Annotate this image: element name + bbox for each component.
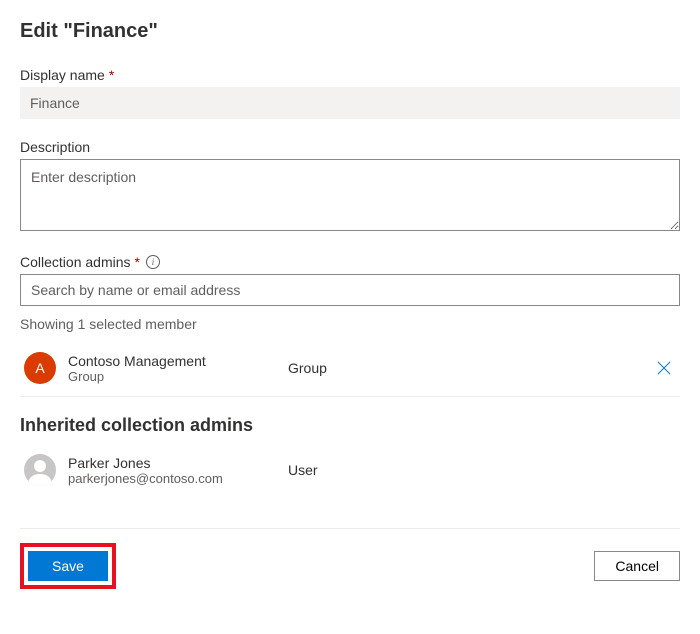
- member-type: User: [288, 462, 676, 478]
- display-name-label-text: Display name: [20, 67, 105, 83]
- collection-admins-field-group: Collection admins * i: [20, 254, 680, 306]
- member-subtext: parkerjones@contoso.com: [68, 471, 288, 486]
- display-name-input[interactable]: [20, 87, 680, 119]
- save-highlight-box: Save: [20, 543, 116, 589]
- avatar: [24, 454, 56, 486]
- collection-admins-label-text: Collection admins: [20, 254, 131, 270]
- inherited-admins-heading: Inherited collection admins: [20, 415, 680, 436]
- description-field-group: Description: [20, 139, 680, 234]
- person-icon: [24, 454, 56, 486]
- avatar: A: [24, 352, 56, 384]
- save-button[interactable]: Save: [28, 551, 108, 581]
- inherited-member-row: Parker Jones parkerjones@contoso.com Use…: [20, 442, 680, 498]
- avatar-initial: A: [35, 360, 44, 376]
- display-name-field-group: Display name *: [20, 67, 680, 119]
- cancel-button[interactable]: Cancel: [594, 551, 680, 581]
- required-star-icon: *: [135, 254, 140, 270]
- description-textarea[interactable]: [20, 159, 680, 231]
- display-name-label: Display name *: [20, 67, 680, 83]
- remove-member-button[interactable]: [652, 356, 676, 380]
- footer-bar: Save Cancel: [20, 528, 680, 589]
- page-title: Edit "Finance": [20, 20, 680, 43]
- description-label-text: Description: [20, 139, 90, 155]
- member-info: Parker Jones parkerjones@contoso.com: [68, 455, 288, 486]
- member-name: Contoso Management: [68, 353, 288, 369]
- member-row: A Contoso Management Group Group: [20, 340, 680, 397]
- collection-admins-search-input[interactable]: [20, 274, 680, 306]
- description-label: Description: [20, 139, 680, 155]
- member-info: Contoso Management Group: [68, 353, 288, 384]
- selected-members-status: Showing 1 selected member: [20, 316, 680, 332]
- close-icon: [657, 361, 671, 375]
- info-icon[interactable]: i: [146, 255, 160, 269]
- member-subtext: Group: [68, 369, 288, 384]
- collection-admins-label: Collection admins * i: [20, 254, 680, 270]
- member-type: Group: [288, 360, 652, 376]
- member-name: Parker Jones: [68, 455, 288, 471]
- required-star-icon: *: [109, 67, 114, 83]
